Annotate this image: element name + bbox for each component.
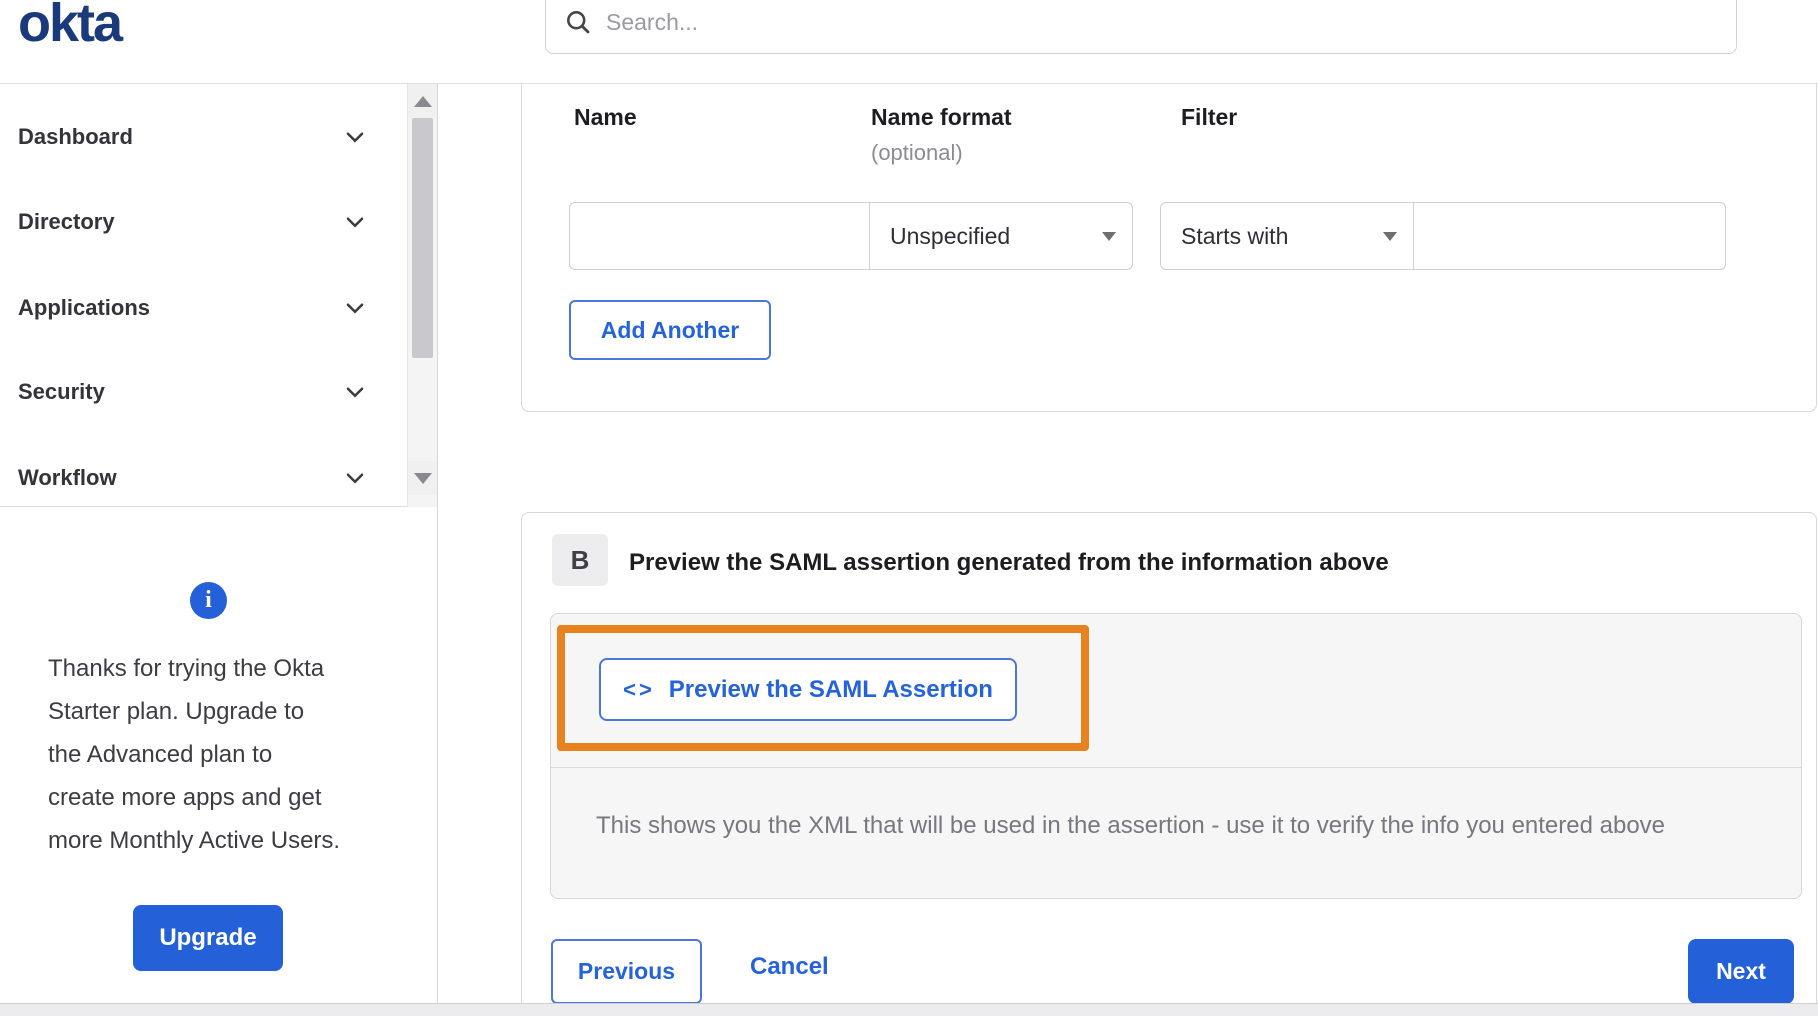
upgrade-button[interactable]: Upgrade <box>133 905 283 971</box>
chevron-down-icon <box>342 379 368 405</box>
sidebar-item-security[interactable]: Security <box>18 372 368 412</box>
top-header: okta <box>0 0 1818 84</box>
attribute-name-input[interactable] <box>569 202 870 270</box>
sidebar-item-applications[interactable]: Applications <box>18 288 368 328</box>
main-content: Name Name format (optional) Filter Unspe… <box>438 84 1818 1016</box>
scroll-up-icon <box>413 95 432 107</box>
code-icon: <> <box>623 676 655 702</box>
sidebar-menu: Dashboard Directory Applications Securit… <box>0 84 437 507</box>
filter-type-select[interactable]: Starts with <box>1160 202 1414 270</box>
sidebar-item-label: Security <box>18 379 105 404</box>
column-note-optional: (optional) <box>871 140 963 165</box>
step-badge: B <box>552 534 608 586</box>
upgrade-message-line: Thanks for trying the Okta <box>48 655 325 682</box>
sidebar-item-label: Workflow <box>18 465 117 490</box>
preview-panel: <> Preview the SAML Assertion This shows… <box>550 613 1802 899</box>
filter-type-value: Starts with <box>1181 222 1289 249</box>
section-heading: Preview the SAML assertion generated fro… <box>629 549 1389 576</box>
column-header-name: Name <box>574 104 637 130</box>
sidebar-item-directory[interactable]: Directory <box>18 202 368 242</box>
search-icon <box>564 8 592 36</box>
sidebar-item-label: Applications <box>18 295 151 320</box>
next-button[interactable]: Next <box>1688 939 1794 1004</box>
sidebar-nav: Dashboard Directory Applications Securit… <box>0 84 438 1016</box>
cancel-link[interactable]: Cancel <box>750 953 829 981</box>
sidebar-scrollbar[interactable] <box>407 84 437 507</box>
scrollbar-thumb[interactable] <box>412 118 433 358</box>
dropdown-caret-icon <box>1102 232 1116 241</box>
upgrade-message-line: the Advanced plan to <box>48 741 273 768</box>
sidebar-item-workflow[interactable]: Workflow <box>18 458 368 498</box>
chevron-down-icon <box>342 209 368 235</box>
upgrade-message-line: Starter plan. Upgrade to <box>48 698 305 725</box>
previous-button[interactable]: Previous <box>551 939 702 1004</box>
scroll-down-icon <box>413 472 432 484</box>
upgrade-message-line: more Monthly Active Users. <box>48 827 341 854</box>
add-another-button[interactable]: Add Another <box>569 300 771 360</box>
preview-button-label: Preview the SAML Assertion <box>668 675 993 703</box>
okta-logo: okta <box>18 0 123 53</box>
attribute-statements-card: Name Name format (optional) Filter Unspe… <box>521 84 1817 412</box>
scroll-down-button[interactable] <box>408 461 437 495</box>
column-header-name-format: Name format <box>871 104 1012 130</box>
name-format-value: Unspecified <box>890 222 1011 249</box>
filter-value-input[interactable] <box>1413 202 1726 270</box>
info-icon: i <box>190 582 227 619</box>
upgrade-message: Thanks for trying the Okta Starter plan.… <box>48 647 340 862</box>
column-header-filter: Filter <box>1181 104 1238 130</box>
chevron-down-icon <box>342 124 368 150</box>
panel-divider <box>551 767 1801 768</box>
upgrade-panel: i Thanks for trying the Okta Starter pla… <box>0 507 436 1016</box>
chevron-down-icon <box>342 295 368 321</box>
bottom-edge-strip <box>0 1003 1818 1016</box>
preview-assertion-card: B Preview the SAML assertion generated f… <box>521 512 1817 1004</box>
sidebar-item-dashboard[interactable]: Dashboard <box>18 117 368 157</box>
name-format-select[interactable]: Unspecified <box>869 202 1133 270</box>
sidebar-item-label: Dashboard <box>18 124 133 149</box>
dropdown-caret-icon <box>1383 232 1397 241</box>
preview-saml-assertion-button[interactable]: <> Preview the SAML Assertion <box>599 658 1017 721</box>
preview-description: This shows you the XML that will be used… <box>596 812 1666 839</box>
search-input[interactable] <box>606 8 1718 36</box>
upgrade-message-line: create more apps and get <box>48 784 322 811</box>
chevron-down-icon <box>342 465 368 491</box>
scroll-up-button[interactable] <box>408 84 437 118</box>
sidebar-item-label: Directory <box>18 209 115 234</box>
global-search[interactable] <box>545 0 1737 54</box>
